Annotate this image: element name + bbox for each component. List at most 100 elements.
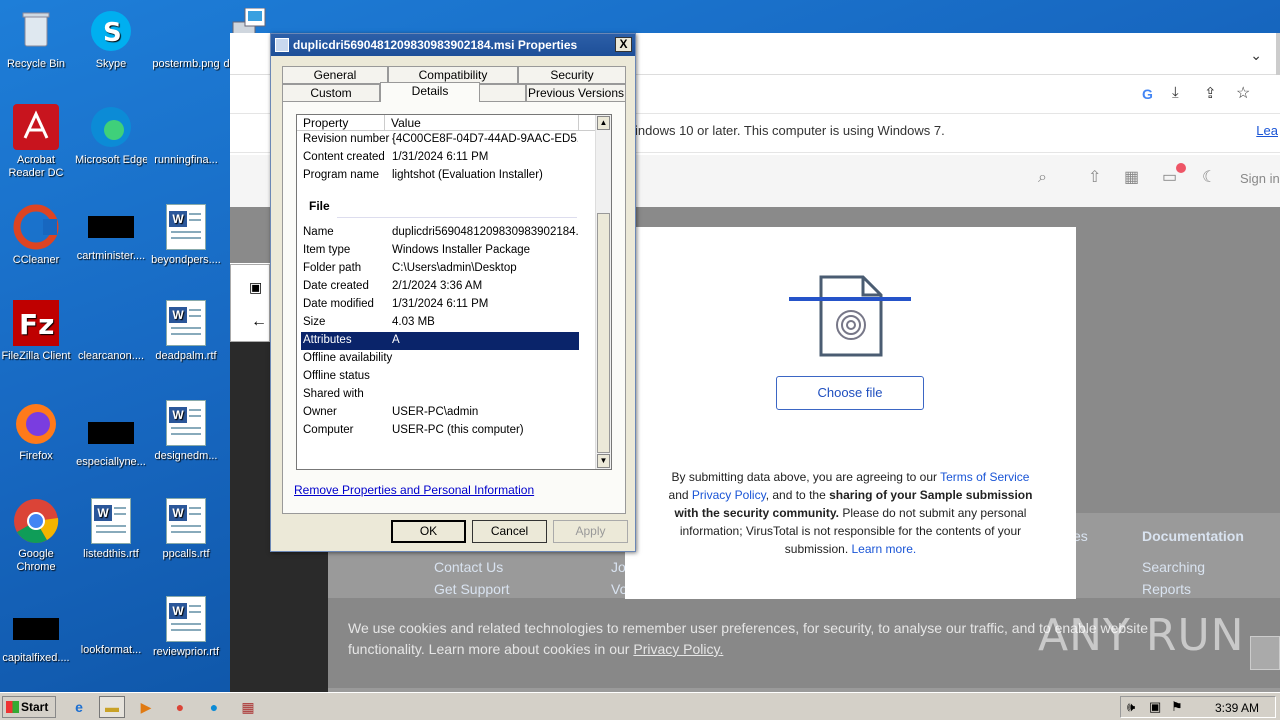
desktop-icon-postermb[interactable]: postermb.png: [150, 8, 222, 71]
desktop-icon-listedthis[interactable]: W listedthis.rtf: [75, 498, 147, 561]
list-item[interactable]: Revision number {4C00CE8F-04D7-44AD-9AAC-…: [301, 131, 579, 149]
google-icon[interactable]: G: [1142, 86, 1153, 102]
desktop-icon-label: CCleaner: [12, 254, 60, 266]
desktop-icon-lookformat[interactable]: lookformat...: [75, 594, 147, 657]
signin-link[interactable]: Sign in: [1240, 171, 1280, 186]
ie-icon[interactable]: e: [66, 696, 92, 718]
explorer-icon[interactable]: ▬: [99, 696, 125, 718]
flag-icon[interactable]: ⚑: [1171, 699, 1183, 715]
tab-custom[interactable]: Custom: [282, 84, 380, 102]
desktop-icon-beyondpers[interactable]: W beyondpers....: [150, 204, 222, 267]
list-item[interactable]: Program name lightshot (Evaluation Instal…: [301, 167, 579, 185]
more-icon[interactable]: ⋮: [1273, 83, 1280, 103]
side-window: ▣ ←: [230, 264, 270, 342]
desktop-icon-edge[interactable]: Microsoft Edge: [75, 104, 147, 167]
list-item[interactable]: Folder path C:\Users\admin\Desktop: [301, 260, 579, 278]
cancel-button[interactable]: Cancel: [472, 520, 547, 543]
desktop-icon-chrome[interactable]: Google Chrome: [0, 498, 72, 574]
desktop-icon-runningfina[interactable]: runningfina...: [150, 104, 222, 167]
network-icon[interactable]: ▣: [1149, 699, 1161, 715]
desktop-icon-label: postermb.png: [152, 58, 220, 70]
bookmark-star-icon[interactable]: ☆: [1236, 83, 1250, 103]
apps-grid-icon[interactable]: ▦: [1124, 167, 1139, 187]
footer-searching[interactable]: Searching: [1142, 559, 1205, 575]
footer-get-support[interactable]: Get Support: [434, 581, 510, 597]
footer-jo[interactable]: Jo: [611, 559, 626, 575]
list-item[interactable]: Item type Windows Installer Package: [301, 242, 579, 260]
media-player-icon[interactable]: ▶: [133, 696, 159, 718]
dialog-title-bar[interactable]: duplicdri5690481209830983902184.msi Prop…: [271, 34, 635, 56]
terms-of-service-link[interactable]: Terms of Service: [940, 470, 1029, 484]
scroll-up-button[interactable]: ▲: [597, 116, 610, 130]
desktop-icon-designedm[interactable]: W designedm...: [150, 400, 222, 463]
desktop-icon-ppcalls[interactable]: W ppcalls.rtf: [150, 498, 222, 561]
word-document-icon: W: [166, 400, 206, 446]
install-icon[interactable]: ⤓: [1172, 84, 1179, 101]
desktop-icon-filezilla[interactable]: Fz FileZilla Client: [0, 300, 72, 363]
edge-taskbar-icon[interactable]: ●: [201, 696, 227, 718]
upload-icon[interactable]: ⇧: [1088, 167, 1101, 187]
desktop-icon-deadpalm[interactable]: W deadpalm.rtf: [150, 300, 222, 363]
list-item[interactable]: Content created 1/31/2024 6:11 PM: [301, 149, 579, 167]
desktop-icon-label: reviewprior.rtf: [152, 646, 220, 658]
back-arrow-icon[interactable]: ←: [251, 313, 267, 331]
installer-taskbar-icon[interactable]: ▦: [235, 696, 261, 718]
scroll-thumb[interactable]: [597, 213, 610, 453]
tab-previous-versions[interactable]: Previous Versions: [526, 84, 626, 102]
info-bar-learn-link[interactable]: Lea: [1256, 123, 1278, 138]
list-item-selected[interactable]: Attributes A: [301, 332, 579, 350]
list-item[interactable]: Offline status: [301, 368, 579, 386]
cookie-accept-button[interactable]: [1250, 636, 1280, 670]
share-icon[interactable]: ⇪: [1204, 84, 1217, 102]
cookie-privacy-link[interactable]: Privacy Policy.: [633, 641, 723, 657]
desktop-icon-reviewprior[interactable]: W reviewprior.rtf: [150, 596, 222, 659]
vertical-scrollbar[interactable]: ▲ ▼: [595, 115, 611, 469]
image-file-icon: [163, 8, 209, 54]
word-document-icon: W: [91, 498, 131, 544]
desktop-icon-label: cartminister....: [76, 250, 146, 262]
list-item[interactable]: Computer USER-PC (this computer): [301, 422, 579, 440]
close-button[interactable]: X: [615, 37, 632, 52]
notifications-icon[interactable]: ▭: [1162, 167, 1177, 187]
desktop-icon-ccleaner[interactable]: CCleaner: [0, 204, 72, 267]
list-item[interactable]: Size 4.03 MB: [301, 314, 579, 332]
list-item[interactable]: Offline availability: [301, 350, 579, 368]
tab-general[interactable]: General: [282, 66, 388, 84]
theme-moon-icon[interactable]: ☾: [1202, 167, 1216, 187]
chrome-taskbar-icon[interactable]: ●: [167, 696, 193, 718]
list-item[interactable]: Date created 2/1/2024 3:36 AM: [301, 278, 579, 296]
footer-contact-us[interactable]: Contact Us: [434, 559, 503, 575]
volume-icon[interactable]: 🕪: [1127, 699, 1135, 715]
desktop-icon-especiallyne[interactable]: especiallyne...: [75, 410, 147, 469]
desktop-icon-acrobat[interactable]: Acrobat Reader DC: [0, 104, 72, 180]
tab-details[interactable]: Details: [380, 82, 480, 102]
scroll-down-button[interactable]: ▼: [597, 454, 610, 468]
desktop-icon-clearcanon[interactable]: clearcanon....: [75, 300, 147, 363]
search-icon[interactable]: ⌕: [1038, 169, 1047, 187]
list-item[interactable]: Shared with: [301, 386, 579, 404]
clock[interactable]: 3:39 AM: [1215, 701, 1259, 715]
chevron-down-icon[interactable]: ⌄: [1250, 47, 1262, 64]
file-thumbnail-icon: [163, 104, 209, 150]
desktop-icon-cartminister[interactable]: cartminister....: [75, 204, 147, 263]
list-item[interactable]: Date modified 1/31/2024 6:11 PM: [301, 296, 579, 314]
learn-more-link[interactable]: Learn more.: [852, 542, 917, 556]
tab-security[interactable]: Security: [518, 66, 626, 84]
column-property[interactable]: Property: [303, 116, 348, 130]
desktop-icon-recycle-bin[interactable]: Recycle Bin: [0, 8, 72, 71]
desktop-icon-skype[interactable]: S Skype: [75, 8, 147, 71]
footer-documentation: Documentation: [1142, 528, 1244, 544]
remove-properties-link[interactable]: Remove Properties and Personal Informati…: [294, 483, 534, 497]
start-button[interactable]: Start: [2, 696, 56, 718]
choose-file-button[interactable]: Choose file: [776, 376, 924, 410]
privacy-policy-link[interactable]: Privacy Policy: [692, 488, 766, 502]
desktop-icon-firefox[interactable]: Firefox: [0, 400, 72, 463]
footer-reports[interactable]: Reports: [1142, 581, 1191, 597]
column-value[interactable]: Value: [391, 116, 421, 130]
desktop-icon-capitalfixed[interactable]: capitalfixed....: [0, 606, 72, 665]
apply-button[interactable]: Apply: [553, 520, 628, 543]
ok-button[interactable]: OK: [391, 520, 466, 543]
properties-dialog: duplicdri5690481209830983902184.msi Prop…: [270, 33, 636, 552]
list-item[interactable]: Name duplicdri5690481209830983902184...: [301, 224, 579, 242]
list-item[interactable]: Owner USER-PC\admin: [301, 404, 579, 422]
